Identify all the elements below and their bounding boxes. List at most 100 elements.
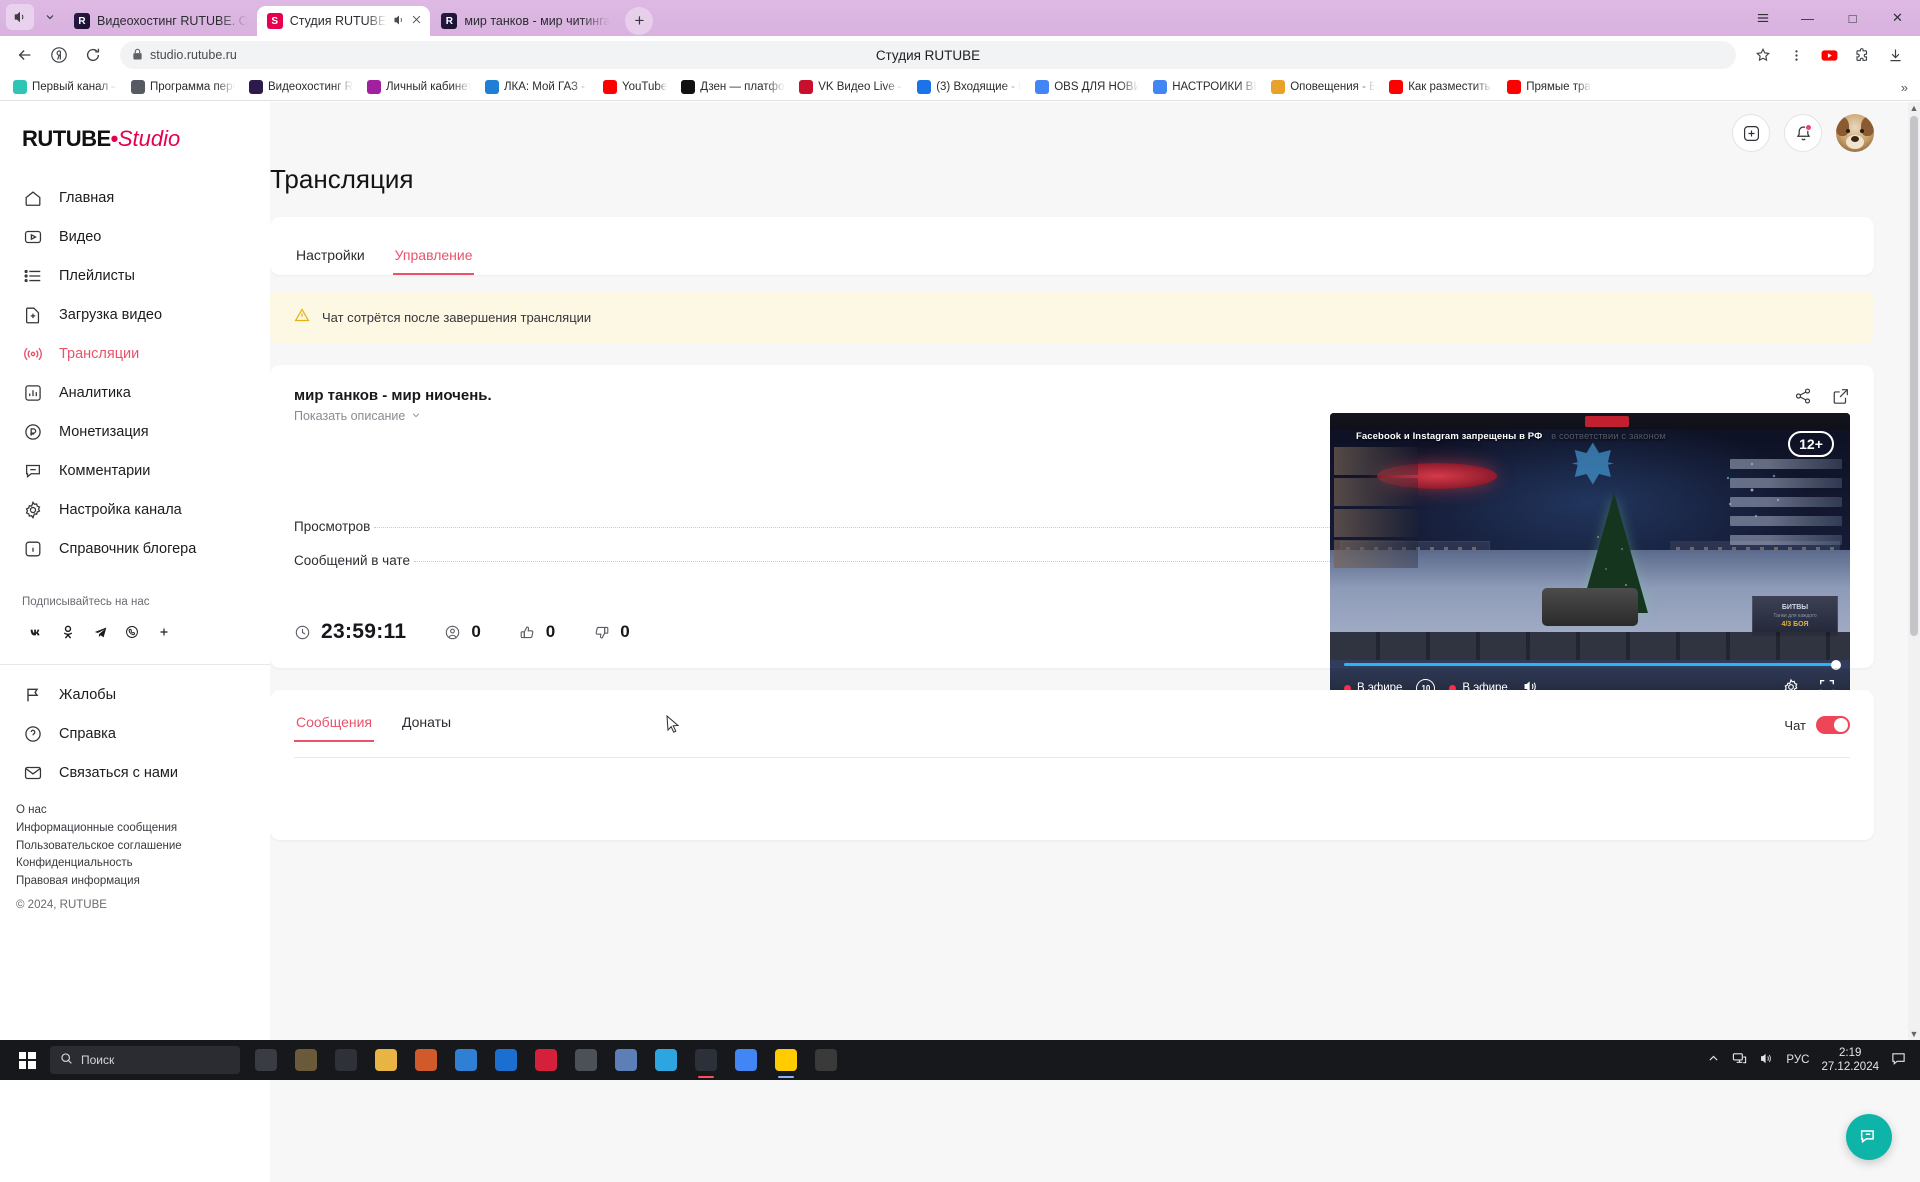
footer-link[interactable]: Пользовательское соглашение — [16, 838, 270, 856]
sidebar-item-2[interactable]: Видео — [0, 217, 270, 256]
browser-tab-0[interactable]: R Видеохостинг RUTUBE. С — [64, 6, 256, 36]
maximize-button[interactable]: □ — [1830, 0, 1875, 36]
taskbar-explorer-icon[interactable] — [366, 1040, 406, 1080]
tab-mute-icon[interactable] — [393, 14, 405, 29]
viber-icon[interactable] — [118, 618, 146, 646]
create-plus-icon[interactable] — [1732, 114, 1770, 152]
bookmark-item[interactable]: Как разместить с — [1382, 77, 1500, 97]
tab-management[interactable]: Управление — [393, 247, 475, 275]
sidebar-item-5[interactable]: Трансляции — [0, 334, 270, 373]
back-arrow-icon[interactable] — [10, 40, 40, 70]
bookmark-item[interactable]: ЛКА: Мой ГАЗ - Г — [478, 77, 596, 97]
chat-tab-messages[interactable]: Сообщения — [294, 714, 374, 742]
share-icon[interactable] — [1794, 387, 1812, 410]
tab-search-chevron-icon[interactable] — [36, 4, 64, 30]
taskbar-task-view-icon[interactable] — [246, 1040, 286, 1080]
reload-icon[interactable] — [78, 40, 108, 70]
sidebar-support-item-3[interactable]: Связаться с нами — [0, 753, 270, 792]
sidebar-item-6[interactable]: Аналитика — [0, 373, 270, 412]
language-indicator[interactable]: РУС — [1786, 1054, 1809, 1066]
sidebar-support-item-2[interactable]: Справка — [0, 714, 270, 753]
network-icon[interactable] — [1732, 1051, 1747, 1069]
avatar[interactable] — [1836, 114, 1874, 152]
telegram-icon[interactable] — [86, 618, 114, 646]
chat-tab-donations[interactable]: Донаты — [400, 714, 453, 742]
sidebar-item-4[interactable]: Загрузка видео — [0, 295, 270, 334]
extensions-icon[interactable] — [1847, 40, 1877, 70]
bookmark-item[interactable]: YouTube — [596, 77, 674, 97]
tab-close-icon[interactable] — [411, 14, 422, 28]
taskbar-store-icon[interactable] — [446, 1040, 486, 1080]
taskbar-clock-app-icon[interactable] — [406, 1040, 446, 1080]
taskbar-settings-icon[interactable] — [566, 1040, 606, 1080]
footer-link[interactable]: О нас — [16, 802, 270, 820]
sidebar-item-1[interactable]: Главная — [0, 178, 270, 217]
show-hidden-icons[interactable] — [1707, 1052, 1720, 1068]
bookmark-item[interactable]: OBS ДЛЯ НОВИЧ — [1028, 77, 1146, 97]
new-tab-button[interactable]: + — [625, 7, 653, 35]
window-menu-icon[interactable] — [1740, 0, 1785, 36]
taskbar-opera-icon[interactable] — [526, 1040, 566, 1080]
scrollbar-thumb[interactable] — [1910, 116, 1918, 636]
bookmark-item[interactable]: Первый канал — — [6, 77, 124, 97]
taskbar-mail-icon[interactable] — [486, 1040, 526, 1080]
taskbar-yandex-browser-icon[interactable] — [766, 1040, 806, 1080]
sidebar-item-9[interactable]: Настройка канала — [0, 490, 270, 529]
tab-audio-indicator-icon[interactable] — [6, 4, 34, 30]
bookmark-item[interactable]: Дзен — платформ — [674, 77, 792, 97]
sidebar-item-10[interactable]: Справочник блогера — [0, 529, 270, 568]
bookmark-item[interactable]: Программа пере — [124, 77, 242, 97]
bell-icon[interactable] — [1784, 114, 1822, 152]
minimize-button[interactable]: — — [1785, 0, 1830, 36]
taskbar-chrome-icon[interactable] — [726, 1040, 766, 1080]
close-button[interactable]: ✕ — [1875, 0, 1920, 36]
page-scrollbar[interactable]: ▲ ▼ — [1908, 102, 1920, 1040]
bookmark-item[interactable]: VK Видео Live — — [792, 77, 910, 97]
volume-icon[interactable] — [1759, 1051, 1774, 1069]
taskbar-wot-icon[interactable] — [806, 1040, 846, 1080]
bookmark-item[interactable]: НАСТРОЙКИ ВЫ — [1146, 77, 1264, 97]
taskbar-taskview-icon[interactable] — [326, 1040, 366, 1080]
taskbar-search[interactable]: Поиск — [50, 1046, 240, 1074]
kebab-menu-icon[interactable] — [1781, 40, 1811, 70]
tab-settings[interactable]: Настройки — [294, 247, 367, 275]
chat-toggle-group[interactable]: Чат — [1784, 716, 1850, 734]
player-progress-bar[interactable] — [1344, 663, 1836, 666]
browser-tab-1[interactable]: S Студия RUTUBE — [257, 6, 431, 36]
browser-tab-2[interactable]: R мир танков - мир читинга — [431, 6, 618, 36]
action-center-icon[interactable] — [1891, 1051, 1906, 1069]
ok-icon[interactable] — [54, 618, 82, 646]
more-icon[interactable] — [150, 618, 178, 646]
sidebar-item-3[interactable]: Плейлисты — [0, 256, 270, 295]
footer-link[interactable]: Конфиденциальность — [16, 855, 270, 873]
open-external-icon[interactable] — [1832, 387, 1850, 410]
bookmarks-overflow-button[interactable]: » — [1895, 80, 1914, 95]
taskbar-app-icon[interactable] — [606, 1040, 646, 1080]
chat-toggle[interactable] — [1816, 716, 1850, 734]
support-chat-icon[interactable] — [1846, 1114, 1892, 1160]
windows-start-icon[interactable] — [6, 1040, 48, 1080]
scroll-up-arrow[interactable]: ▲ — [1908, 102, 1920, 114]
bookmark-item[interactable]: Видеохостинг RU — [242, 77, 360, 97]
vk-icon[interactable] — [22, 618, 50, 646]
footer-link[interactable]: Информационные сообщения — [16, 820, 270, 838]
bookmark-star-icon[interactable] — [1748, 40, 1778, 70]
sidebar-item-7[interactable]: Монетизация — [0, 412, 270, 451]
stream-preview-player[interactable]: БИТВЫ Танки для каждого 4/3 БОЯ Facebook… — [1330, 413, 1850, 708]
sidebar-support-item-1[interactable]: Жалобы — [0, 675, 270, 714]
taskbar-obs-icon[interactable] — [686, 1040, 726, 1080]
bookmark-item[interactable]: Прямые тра — [1500, 77, 1598, 97]
omnibox[interactable]: studio.rutube.ru Студия RUTUBE — [120, 41, 1736, 69]
footer-link[interactable]: Правовая информация — [16, 873, 270, 891]
taskbar-telegram-icon[interactable] — [646, 1040, 686, 1080]
youtube-icon[interactable] — [1814, 40, 1844, 70]
bookmark-item[interactable]: Оповещения - Ви — [1264, 77, 1382, 97]
scroll-down-arrow[interactable]: ▼ — [1908, 1028, 1920, 1040]
bookmark-item[interactable]: Личный кабинет — [360, 77, 478, 97]
taskbar-clock[interactable]: 2:19 27.12.2024 — [1821, 1046, 1879, 1075]
yandex-icon[interactable] — [44, 40, 74, 70]
bookmark-item[interactable]: (3) Входящие - По — [910, 77, 1028, 97]
taskbar-wot-game-icon[interactable] — [286, 1040, 326, 1080]
downloads-icon[interactable] — [1880, 40, 1910, 70]
rutube-studio-logo[interactable]: RUTUBE•Studio — [0, 120, 270, 178]
